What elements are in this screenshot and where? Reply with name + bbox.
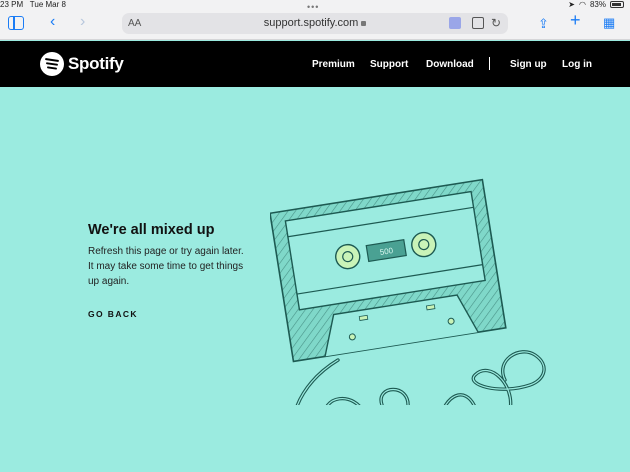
nav-sign-up[interactable]: Sign up: [510, 59, 547, 70]
forward-icon[interactable]: ›: [80, 14, 85, 30]
reload-icon[interactable]: ↻: [491, 16, 501, 30]
lock-icon: [361, 21, 367, 26]
nav-download[interactable]: Download: [426, 59, 474, 70]
nav-support[interactable]: Support: [370, 59, 408, 70]
nav-divider: [489, 57, 490, 70]
cassette-illustration: 500: [270, 178, 546, 405]
battery-icon: [610, 1, 624, 8]
status-indicators: ➤ ◠ 83%: [568, 0, 624, 9]
site-header: Spotify Premium Support Download Sign up…: [0, 41, 630, 87]
cassette-body: 500: [270, 178, 507, 363]
go-back-link[interactable]: GO BACK: [88, 309, 138, 319]
brand-name: Spotify: [68, 54, 124, 73]
sidebar-icon[interactable]: [8, 16, 24, 30]
error-title: We're all mixed up: [88, 222, 215, 238]
error-page: We're all mixed up Refresh this page or …: [0, 87, 630, 472]
wifi-icon: ◠: [579, 0, 586, 9]
status-time: 23 PM Tue Mar 8: [0, 0, 66, 9]
tabs-overview-icon[interactable]: ▦: [603, 15, 615, 31]
tape-ribbon-highlight: [297, 351, 545, 405]
share-icon[interactable]: ⇪: [538, 16, 549, 32]
spotify-logo[interactable]: Spotify: [40, 52, 124, 76]
battery-percent: 83%: [589, 0, 606, 9]
url-bar[interactable]: AA support.spotify.com ↻: [122, 13, 508, 34]
reader-mode-icon[interactable]: [472, 17, 484, 29]
error-message: Refresh this page or try again later. It…: [88, 246, 244, 287]
extension-icon[interactable]: [449, 17, 461, 29]
nav-log-in[interactable]: Log in: [562, 59, 592, 70]
new-tab-icon[interactable]: +: [570, 11, 581, 29]
spotify-logo-icon: [40, 52, 64, 76]
multitask-dots-icon[interactable]: •••: [307, 2, 319, 12]
browser-toolbar: 23 PM Tue Mar 8 ••• ➤ ◠ 83% ‹ › AA suppo…: [0, 0, 630, 40]
nav-premium[interactable]: Premium: [312, 59, 355, 70]
location-icon: ➤: [568, 0, 575, 9]
back-icon[interactable]: ‹: [50, 14, 55, 30]
